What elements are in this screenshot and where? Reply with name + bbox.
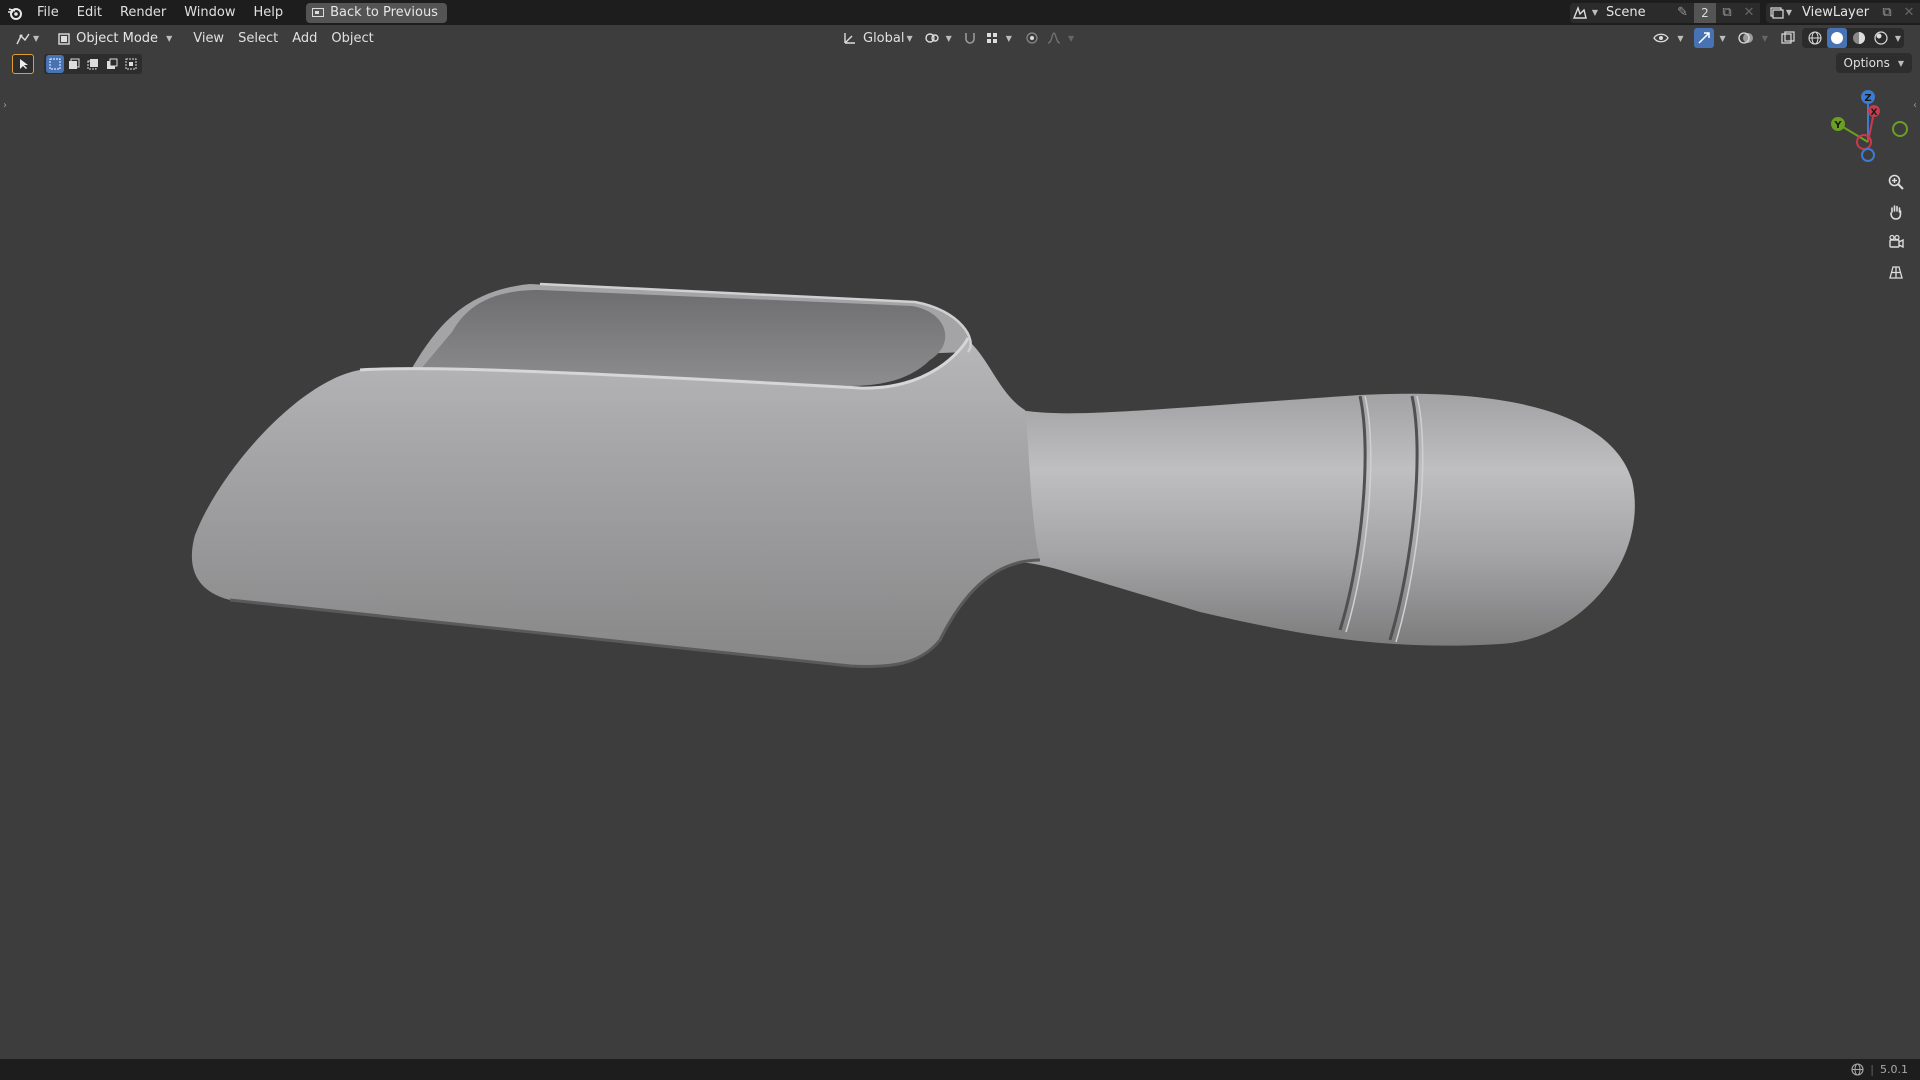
editor-type-icon xyxy=(16,33,30,44)
object-mode-dropdown[interactable]: Object Mode ▼ xyxy=(52,29,178,49)
selection-mode-group xyxy=(44,54,142,74)
material-preview-icon[interactable] xyxy=(1849,28,1869,48)
3d-viewport[interactable]: › ‹ xyxy=(0,52,1920,1059)
object-mode-label: Object Mode xyxy=(76,31,159,46)
viewport-display-controls: ▼ ▼ ▼ ▼ xyxy=(1651,28,1904,48)
gizmo-neg-y-axis[interactable] xyxy=(1892,121,1908,137)
back-to-previous-button[interactable]: Back to Previous xyxy=(306,2,447,23)
transform-orientation-label: Global xyxy=(863,30,905,46)
rendered-shading-icon[interactable] xyxy=(1871,28,1891,48)
menu-window[interactable]: Window xyxy=(175,0,244,25)
workspace-selectors: ▼ Scene ✎ 2 ⧉ ✕ ▼ ViewLayer ⧉ ✕ xyxy=(1570,0,1920,25)
screen-icon xyxy=(312,7,325,17)
scene-selector[interactable]: ▼ Scene ✎ 2 ⧉ ✕ xyxy=(1570,2,1760,23)
menu-view[interactable]: View xyxy=(186,29,231,49)
select-subtract-icon[interactable] xyxy=(84,55,102,73)
transform-orientation-dropdown[interactable]: Global ▼ xyxy=(836,28,920,48)
scene-name: Scene xyxy=(1606,5,1646,20)
left-toolbar-toggle-icon[interactable]: › xyxy=(3,100,7,111)
new-scene-icon[interactable]: ⧉ xyxy=(1716,2,1738,23)
menu-edit[interactable]: Edit xyxy=(68,0,111,25)
orientation-icon xyxy=(844,33,855,44)
status-bar: | 5.0.1 xyxy=(0,1059,1920,1080)
scene-users-count[interactable]: 2 xyxy=(1694,2,1716,23)
pan-hand-icon[interactable] xyxy=(1882,198,1910,226)
select-difference-icon[interactable] xyxy=(103,55,121,73)
pin-icon[interactable]: ✎ xyxy=(1677,5,1688,20)
view-layer-icon[interactable]: ▼ xyxy=(1766,2,1796,23)
visibility-icon[interactable] xyxy=(1651,28,1671,48)
select-new-icon[interactable] xyxy=(46,55,64,73)
delete-view-layer-icon[interactable]: ✕ xyxy=(1898,2,1920,23)
options-dropdown[interactable]: Options ▼ xyxy=(1835,53,1912,73)
menu-object[interactable]: Object xyxy=(324,29,380,49)
view-layer-selector[interactable]: ▼ ViewLayer ⧉ ✕ xyxy=(1766,2,1920,23)
version-label: 5.0.1 xyxy=(1880,1063,1908,1076)
object-mode-icon xyxy=(58,32,70,45)
viewport-header: ▼ Object Mode ▼ View Select Add Object Gl… xyxy=(0,25,1920,52)
zoom-icon[interactable] xyxy=(1882,168,1910,196)
new-view-layer-icon[interactable]: ⧉ xyxy=(1876,2,1898,23)
gizmo-toggle-icon[interactable] xyxy=(1693,28,1714,48)
view-layer-name: ViewLayer xyxy=(1802,5,1870,20)
menu-render[interactable]: Render xyxy=(111,0,175,25)
menu-add[interactable]: Add xyxy=(285,29,324,49)
wireframe-shading-icon[interactable] xyxy=(1805,28,1825,48)
status-divider: | xyxy=(1870,1063,1874,1076)
back-to-previous-label: Back to Previous xyxy=(330,5,438,20)
snap-target-icon[interactable] xyxy=(982,28,1002,48)
network-globe-icon[interactable] xyxy=(1851,1063,1864,1076)
camera-view-icon[interactable] xyxy=(1882,228,1910,256)
menu-file[interactable]: File xyxy=(28,0,68,25)
xray-toggle-icon[interactable] xyxy=(1778,28,1798,48)
blender-logo-icon[interactable] xyxy=(2,0,28,25)
select-intersect-icon[interactable] xyxy=(122,55,140,73)
gizmo-z-label: Z xyxy=(1864,93,1871,104)
delete-scene-icon[interactable]: ✕ xyxy=(1738,2,1760,23)
gizmo-neg-z-axis[interactable] xyxy=(1861,148,1875,162)
gizmo-y-label: Y xyxy=(1833,120,1842,131)
select-tool-button[interactable] xyxy=(12,54,34,74)
shading-mode-group: ▼ xyxy=(1801,28,1904,48)
scene-icon[interactable]: ▼ xyxy=(1570,2,1600,23)
tool-settings-row xyxy=(12,53,142,75)
gizmo-x-label: X xyxy=(1871,108,1878,118)
view-layer-field[interactable]: ViewLayer xyxy=(1796,2,1876,23)
overlays-icon[interactable] xyxy=(1736,28,1756,48)
pivot-point-icon[interactable] xyxy=(922,28,942,48)
scene-name-field[interactable]: Scene ✎ xyxy=(1600,2,1694,23)
proportional-editing-icon[interactable] xyxy=(1022,28,1042,48)
select-extend-icon[interactable] xyxy=(65,55,83,73)
options-label: Options xyxy=(1843,56,1890,70)
scoop-mesh[interactable] xyxy=(0,52,1920,1059)
cursor-icon xyxy=(20,59,28,69)
navigation-gizmo[interactable]: Z X Y xyxy=(1826,88,1916,168)
solid-shading-icon[interactable] xyxy=(1826,28,1847,48)
menu-help[interactable]: Help xyxy=(245,0,293,25)
perspective-toggle-icon[interactable] xyxy=(1882,258,1910,286)
transform-controls: Global ▼ ▼ ▼ ▼ xyxy=(836,28,1074,48)
falloff-icon[interactable] xyxy=(1044,28,1064,48)
editor-type-button[interactable]: ▼ xyxy=(8,29,46,49)
snap-toggle-icon[interactable] xyxy=(960,28,980,48)
top-menu-bar: File Edit Render Window Help Back to Pre… xyxy=(0,0,1920,25)
menu-select[interactable]: Select xyxy=(231,29,285,49)
